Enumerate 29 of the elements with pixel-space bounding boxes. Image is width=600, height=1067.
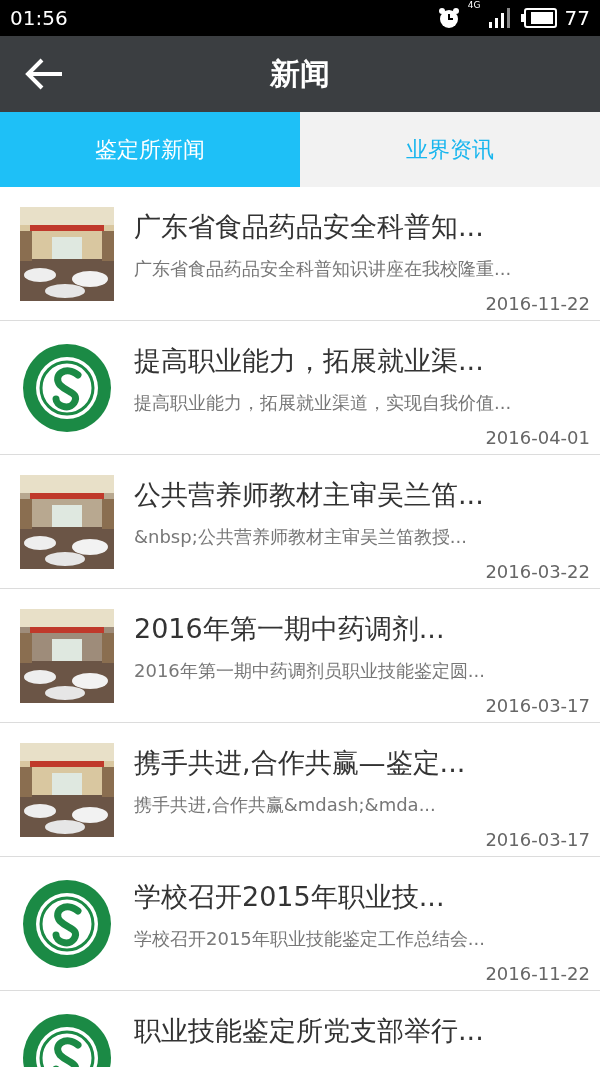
news-title[interactable]: 职业技能鉴定所党支部举行... [134, 1013, 590, 1049]
status-time: 01:56 [10, 6, 69, 30]
news-summary: 2016年第一期中药调剂员职业技能鉴定圆... [134, 659, 486, 683]
news-title[interactable]: 携手共进,合作共赢—鉴定... [134, 745, 590, 781]
news-summary: &nbsp;公共营养师教材主审吴兰笛教授... [134, 525, 468, 549]
news-title[interactable]: 公共营养师教材主审吴兰笛... [134, 477, 590, 513]
network-label: 4G [467, 0, 481, 10]
battery-level: 77 [564, 6, 590, 30]
logo-icon [20, 877, 114, 971]
news-summary: 提高职业能力，拓展就业渠道，实现自我价值... [134, 391, 513, 415]
news-title[interactable]: 广东省食品药品安全科普知... [134, 209, 590, 245]
news-date: 2016-11-22 [485, 293, 590, 314]
page-title: 新闻 [270, 54, 330, 93]
news-summary: 学校召开2015年职业技能鉴定工作总结会... [134, 927, 486, 951]
news-date: 2016-03-17 [485, 695, 590, 716]
news-date: 2016-04-01 [485, 427, 590, 448]
news-date: 2016-11-22 [485, 963, 590, 984]
news-date: 2016-03-22 [485, 561, 590, 582]
news-summary: 携手共进,合作共赢&mdash;&mda... [134, 793, 437, 817]
news-title[interactable]: 提高职业能力，拓展就业渠... [134, 343, 590, 379]
news-summary: 广东省食品药品安全科普知识讲座在我校隆重... [134, 257, 513, 281]
news-title[interactable]: 学校召开2015年职业技... [134, 879, 590, 915]
news-date: 2016-03-17 [485, 829, 590, 850]
news-title[interactable]: 2016年第一期中药调剂... [134, 611, 590, 647]
logo-icon [20, 341, 114, 435]
battery-icon [520, 8, 557, 28]
alarm-clock-icon [437, 7, 460, 29]
back-arrow-icon[interactable] [24, 56, 64, 92]
signal-icon [488, 8, 513, 28]
